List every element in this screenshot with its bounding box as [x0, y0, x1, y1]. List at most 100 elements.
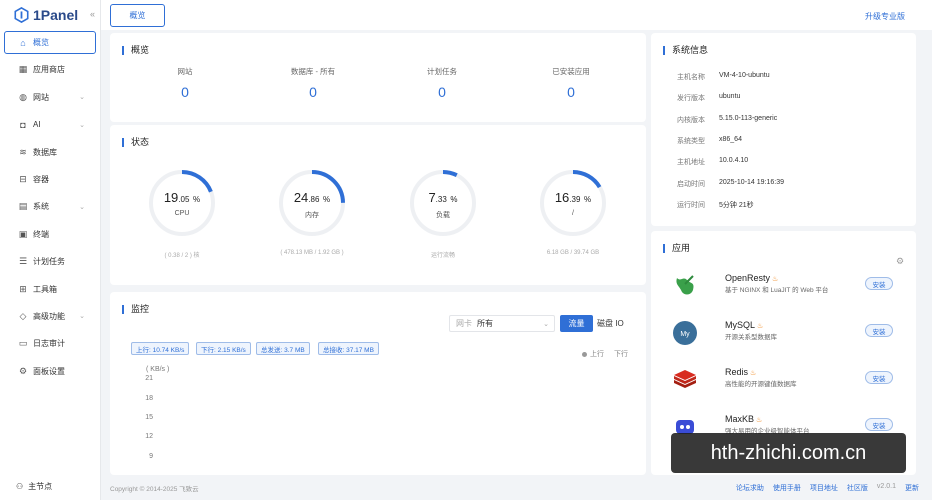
fire-icon: ♨	[757, 323, 764, 330]
openresty-icon	[668, 269, 702, 303]
edition-link[interactable]: 社区版	[847, 483, 868, 493]
sidebar-item-system[interactable]: ▤ 系统 ⌄	[4, 195, 96, 218]
sidebar-item-logs[interactable]: ▭ 日志审计	[4, 332, 96, 355]
grid-icon: ▦	[18, 64, 28, 75]
sidebar-item-terminal[interactable]: ▣ 终端	[4, 223, 96, 246]
node-switcher[interactable]: ⚇ 主节点	[16, 481, 52, 492]
info-row-hostname: 主机名称 VM-4-10-ubuntu	[677, 72, 770, 82]
card-title: 系统信息	[663, 46, 708, 55]
cpu-detail: ( 0.38 / 2 ) 核	[164, 253, 200, 259]
chevron-down-icon: ⌄	[79, 121, 85, 129]
legend-upload[interactable]: 上行	[582, 349, 604, 359]
app-name: Redis ♨	[725, 367, 757, 377]
upgrade-pro-link[interactable]: 升级专业版	[865, 11, 905, 22]
overview-installed-apps[interactable]: 已安装应用 0	[531, 66, 611, 100]
memory-detail: ( 478.13 MB / 1.92 GB )	[280, 250, 344, 256]
settings-icon: ⚙	[18, 365, 28, 376]
sidebar-item-label: 数据库	[33, 147, 57, 157]
gauge-value: 19.05 %	[163, 190, 201, 205]
y-tick: 9	[149, 453, 153, 460]
card-title: 状态	[122, 138, 149, 147]
sidebar-item-toolbox[interactable]: ⊞ 工具箱	[4, 278, 96, 301]
info-key: 发行版本	[677, 95, 705, 102]
info-row-distro: 发行版本 ubuntu	[677, 93, 740, 103]
legend-download[interactable]: 下行	[614, 349, 628, 359]
y-axis-unit: ( KB/s )	[146, 366, 170, 373]
sidebar-item-label: 网站	[33, 92, 49, 102]
collapse-sidebar-icon[interactable]: «	[90, 9, 95, 19]
install-button[interactable]: 安装	[865, 324, 893, 337]
legend-label: 上行	[590, 351, 604, 358]
info-key: 启动时间	[677, 181, 705, 188]
nic-select[interactable]: 网卡 所有 ⌄	[449, 315, 555, 332]
project-link[interactable]: 项目地址	[810, 483, 838, 493]
system-icon: ▤	[18, 201, 28, 212]
info-row-arch: 系统类型 x86_64	[677, 136, 742, 146]
info-value: 10.0.4.10	[719, 157, 749, 164]
disk-gauge[interactable]: 16.39 % /	[538, 168, 608, 238]
tab-overview[interactable]: 概览	[110, 4, 165, 27]
logo[interactable]: 1Panel	[14, 5, 78, 25]
sidebar-item-ai[interactable]: ◘ AI ⌄	[4, 113, 96, 136]
overview-value: 0	[309, 84, 317, 100]
memory-gauge[interactable]: 24.86 % 内存	[277, 168, 347, 238]
sidebar-item-advanced[interactable]: ◇ 高级功能 ⌄	[4, 305, 96, 328]
disk-io-button[interactable]: 磁盘 IO	[597, 315, 624, 332]
traffic-button[interactable]: 流量	[560, 315, 593, 332]
install-button[interactable]: 安装	[865, 277, 893, 290]
sidebar: 1Panel « ⌂ 概览 ▦ 应用商店 ◍ 网站 ⌄ ◘ AI ⌄ ≋ 数据库…	[0, 0, 101, 500]
upload-rate-tag: 上行: 10.74 KB/s	[131, 342, 190, 355]
load-gauge[interactable]: 7.33 % 负载	[408, 168, 478, 238]
terminal-icon: ▣	[18, 228, 28, 239]
sidebar-item-label: 概览	[33, 38, 49, 47]
brand-name: 1Panel	[33, 7, 79, 23]
card-title: 概览	[122, 46, 149, 55]
sidebar-item-label: 计划任务	[33, 257, 65, 267]
footer: Copyright © 2014-2025 飞致云 论坛求助 使用手册 项目地址…	[101, 475, 932, 500]
sidebar-item-cron[interactable]: ☰ 计划任务	[4, 250, 96, 273]
svg-text:My: My	[680, 331, 690, 338]
sidebar-item-app-store[interactable]: ▦ 应用商店	[4, 58, 96, 81]
sidebar-item-containers[interactable]: ⊟ 容器	[4, 168, 96, 191]
sidebar-item-settings[interactable]: ⚙ 面板设置	[4, 360, 96, 383]
docs-link[interactable]: 使用手册	[773, 483, 801, 493]
sidebar-item-label: AI	[33, 120, 41, 130]
version-label: v2.0.1	[876, 483, 896, 490]
load-detail: 运行流畅	[430, 253, 455, 259]
sidebar-item-label: 面板设置	[33, 366, 65, 376]
cpu-gauge[interactable]: 19.05 % CPU	[147, 168, 217, 238]
log-icon: ▭	[18, 338, 28, 349]
task-icon: ☰	[18, 256, 28, 267]
overview-databases[interactable]: 数据库 - 所有 0	[273, 66, 353, 100]
info-value: VM-4-10-ubuntu	[719, 72, 770, 79]
sidebar-item-database[interactable]: ≋ 数据库	[4, 141, 96, 164]
sidebar-item-websites[interactable]: ◍ 网站 ⌄	[4, 86, 96, 109]
overview-cron[interactable]: 计划任务 0	[402, 66, 482, 100]
sidebar-item-label: 应用商店	[33, 65, 65, 75]
download-rate-tag: 下行: 2.15 KB/s	[196, 342, 251, 355]
layers-icon: ≋	[19, 146, 27, 157]
gauge-label: 负载	[436, 212, 450, 219]
forum-link[interactable]: 论坛求助	[736, 483, 764, 493]
info-key: 主机名称	[677, 74, 705, 81]
sidebar-item-overview[interactable]: ⌂ 概览	[4, 31, 96, 54]
app-name: MaxKB ♨	[725, 414, 763, 424]
logo-hexagon-icon	[14, 7, 29, 23]
info-value: 2025-10-14 19:16:39	[719, 179, 784, 186]
fire-icon: ♨	[750, 370, 757, 377]
info-row-address: 主机地址 10.0.4.10	[677, 157, 748, 167]
chevron-down-icon: ⌄	[79, 313, 85, 321]
overview-websites[interactable]: 网站 0	[145, 66, 225, 100]
app-desc: 开源关系型数据库	[725, 334, 777, 341]
overview-label: 数据库 - 所有	[290, 67, 336, 76]
info-key: 内核版本	[677, 117, 705, 124]
update-link[interactable]: 更新	[905, 483, 919, 493]
info-row-kernel: 内核版本 5.15.0-113-generic	[677, 115, 777, 125]
install-button[interactable]: 安装	[865, 371, 893, 384]
install-button[interactable]: 安装	[865, 418, 893, 431]
info-value: 5.15.0-113-generic	[719, 115, 778, 122]
fire-icon: ♨	[756, 417, 763, 424]
gear-icon[interactable]: ⚙	[896, 256, 904, 267]
gauge-label: CPU	[174, 210, 190, 217]
chevron-down-icon: ⌄	[79, 94, 85, 102]
